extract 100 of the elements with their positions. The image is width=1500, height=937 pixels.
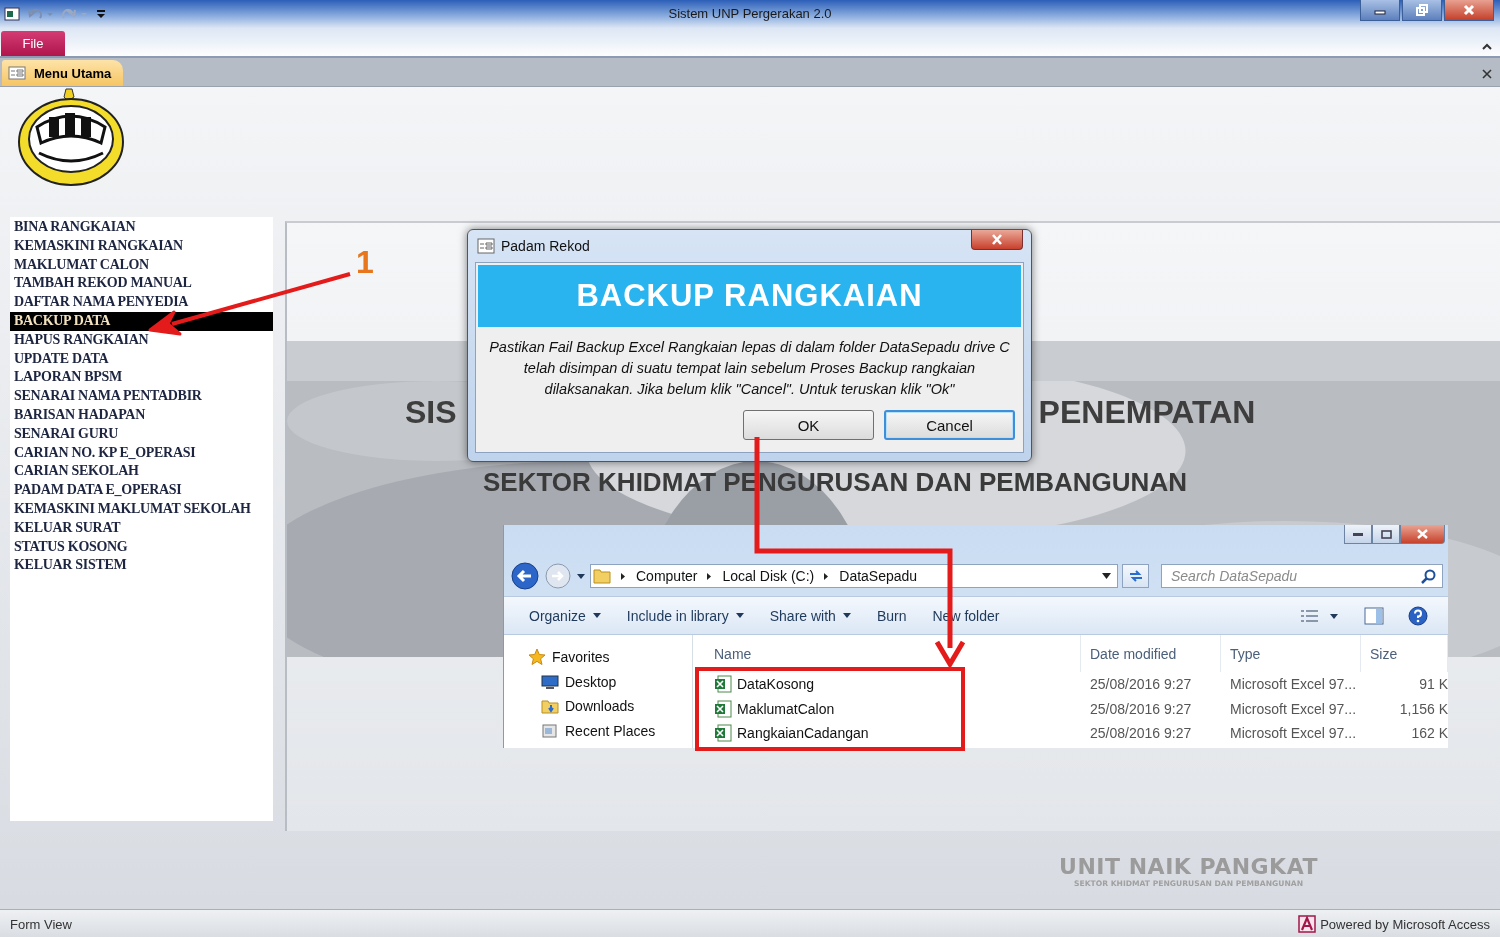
menu-item[interactable]: MAKLUMAT CALON bbox=[10, 255, 273, 275]
caret-icon bbox=[592, 613, 601, 618]
step-number: 1 bbox=[356, 245, 374, 279]
close-icon bbox=[1417, 529, 1428, 539]
menu-item[interactable]: BINA RANGKAIAN bbox=[10, 218, 273, 237]
menu-item[interactable]: KEMASKINI RANGKAIAN bbox=[10, 236, 273, 256]
dialog-title: Padam Rekod bbox=[501, 238, 590, 254]
menu-item[interactable]: BACKUP DATA bbox=[10, 312, 273, 331]
breadcrumb-item[interactable]: Local Disk (C:) bbox=[722, 568, 815, 584]
menu-item[interactable]: TAMBAH REKOD MANUAL bbox=[10, 274, 273, 294]
dialog-message: Pastikan Fail Backup Excel Rangkaian lepas di dalam folder DataSepadu drive C telah disimpan di suatu tempat lain sebelum Proses Backup rangkaian dilaksanakan. Jika belum klik "Cancel". Untuk teruskan klik "Ok" bbox=[488, 338, 1011, 399]
menu-item[interactable]: KEMASKINI MAKLUMAT SEKOLAH bbox=[10, 499, 273, 519]
table-cell-text: Microsoft Excel 97... bbox=[1229, 700, 1358, 717]
menu-item[interactable]: DAFTAR NAMA PENYEDIA bbox=[10, 293, 273, 312]
table-cell-text: 25/08/2016 9:27 bbox=[1089, 676, 1193, 693]
table-cell-text: 25/08/2016 9:27 bbox=[1089, 700, 1193, 717]
breadcrumb-item[interactable]: Computer bbox=[636, 568, 698, 584]
spreadsheet-icon bbox=[714, 675, 732, 694]
form-icon bbox=[477, 238, 495, 254]
app-icon[interactable] bbox=[4, 6, 20, 22]
nav-item[interactable]: Favorites bbox=[552, 649, 610, 666]
view-options-icon[interactable] bbox=[1300, 608, 1340, 623]
help-icon[interactable] bbox=[1408, 605, 1428, 626]
collapse-ribbon-icon[interactable] bbox=[1482, 43, 1492, 50]
menu-item[interactable]: BARISAN HADAPAN bbox=[10, 405, 273, 425]
menu-item[interactable]: CARIAN NO. KP E_OPERASI bbox=[10, 443, 273, 463]
close-icon[interactable] bbox=[1482, 69, 1492, 79]
refresh-icon bbox=[1127, 569, 1144, 583]
caret-icon bbox=[735, 613, 744, 618]
back-button[interactable] bbox=[510, 561, 540, 591]
spreadsheet-icon bbox=[714, 724, 732, 743]
file-name[interactable]: RangkaianCadangan bbox=[737, 725, 869, 742]
search-field[interactable]: Search DataSepadu bbox=[1161, 564, 1443, 588]
search-input[interactable]: Search DataSepadu bbox=[1171, 568, 1421, 584]
column-header[interactable]: Name bbox=[693, 635, 1081, 672]
dropdown-icon[interactable] bbox=[1102, 573, 1111, 579]
refresh-button[interactable] bbox=[1122, 564, 1149, 588]
folder-icon bbox=[541, 697, 559, 716]
status-text: Form View bbox=[10, 916, 72, 932]
unit-logo-text: UNIT NAIK PANGKAT bbox=[1059, 855, 1318, 879]
maximize-icon bbox=[1380, 529, 1392, 539]
menu-item[interactable]: SENARAI NAMA PENTADBIR bbox=[10, 387, 273, 406]
table-cell-text: Microsoft Excel 97... bbox=[1229, 725, 1358, 742]
nav-item[interactable]: Downloads bbox=[565, 698, 635, 715]
search-icon bbox=[1421, 568, 1436, 584]
dialog-button[interactable]: OK bbox=[743, 410, 874, 440]
menu-item[interactable]: UPDATE DATA bbox=[10, 349, 273, 369]
table-cell-text: 91 K bbox=[1418, 676, 1448, 693]
maximize-button[interactable] bbox=[1372, 525, 1400, 544]
table-cell-text: 25/08/2016 9:27 bbox=[1089, 725, 1193, 742]
chevron-icon bbox=[823, 571, 830, 581]
toolbar-button[interactable]: Burn bbox=[867, 603, 916, 628]
file-name[interactable]: MaklumatCalon bbox=[737, 700, 835, 717]
column-header[interactable]: Size bbox=[1361, 635, 1448, 672]
restore-button[interactable] bbox=[1402, 0, 1442, 21]
menu-item[interactable]: KELUAR SURAT bbox=[10, 518, 273, 538]
folder-icon bbox=[593, 567, 611, 585]
history-dropdown-icon[interactable] bbox=[576, 572, 586, 580]
chevron-icon bbox=[706, 571, 713, 581]
window-title: Sistem UNP Pergerakan 2.0 bbox=[667, 6, 833, 21]
toolbar-button[interactable]: Include in library bbox=[617, 603, 753, 628]
menu-item[interactable]: KELUAR SISTEM bbox=[10, 556, 273, 576]
table-cell-text: 1,156 K bbox=[1398, 700, 1448, 717]
column-header[interactable]: Type bbox=[1221, 635, 1361, 672]
menu-item[interactable]: SENARAI GURU bbox=[10, 424, 273, 444]
nav-item[interactable]: Desktop bbox=[565, 673, 617, 690]
file-tab[interactable]: File bbox=[1, 31, 65, 56]
minimize-icon bbox=[1353, 531, 1363, 537]
table-cell-text: 162 K bbox=[1410, 725, 1448, 742]
caret-icon bbox=[842, 613, 851, 618]
menu-item[interactable]: CARIAN SEKOLAH bbox=[10, 462, 273, 482]
close-icon bbox=[991, 234, 1003, 245]
chevron-icon bbox=[620, 571, 626, 581]
toolbar-button[interactable]: Share with bbox=[760, 603, 860, 628]
customize-icon[interactable] bbox=[96, 8, 106, 20]
close-icon bbox=[1463, 4, 1475, 16]
dialog-button[interactable]: Cancel bbox=[884, 410, 1015, 440]
heading-text: PENEMPATAN bbox=[1038, 393, 1256, 431]
close-button[interactable] bbox=[1444, 0, 1494, 21]
close-button[interactable] bbox=[1400, 525, 1445, 544]
close-button[interactable] bbox=[971, 230, 1023, 250]
menu-item[interactable]: STATUS KOSONG bbox=[10, 537, 273, 557]
nav-item[interactable]: Recent Places bbox=[565, 722, 656, 739]
monitor-icon bbox=[541, 673, 559, 690]
address-bar[interactable]: Computer Local Disk (C:) DataSepadu bbox=[590, 564, 1118, 588]
menu-item[interactable]: LAPORAN BPSM bbox=[10, 368, 273, 388]
toolbar-button[interactable]: Organize bbox=[520, 603, 610, 628]
dialog-header: BACKUP RANGKAIAN bbox=[478, 265, 1021, 327]
form-icon bbox=[8, 66, 26, 80]
file-name[interactable]: DataKosong bbox=[737, 676, 815, 693]
minimize-button[interactable] bbox=[1360, 0, 1400, 21]
column-header[interactable]: Date modified bbox=[1081, 635, 1221, 672]
status-text: Powered by Microsoft Access bbox=[1320, 916, 1490, 932]
menu-item[interactable]: PADAM DATA E_OPERASI bbox=[10, 481, 273, 500]
table-cell-text: Microsoft Excel 97... bbox=[1229, 676, 1358, 693]
minimize-button[interactable] bbox=[1344, 525, 1372, 544]
breadcrumb-item[interactable]: DataSepadu bbox=[839, 568, 918, 584]
menu-item[interactable]: HAPUS RANGKAIAN bbox=[10, 330, 273, 350]
form-tab[interactable]: Menu Utama bbox=[2, 60, 124, 86]
heading-text: SIS bbox=[405, 393, 457, 431]
